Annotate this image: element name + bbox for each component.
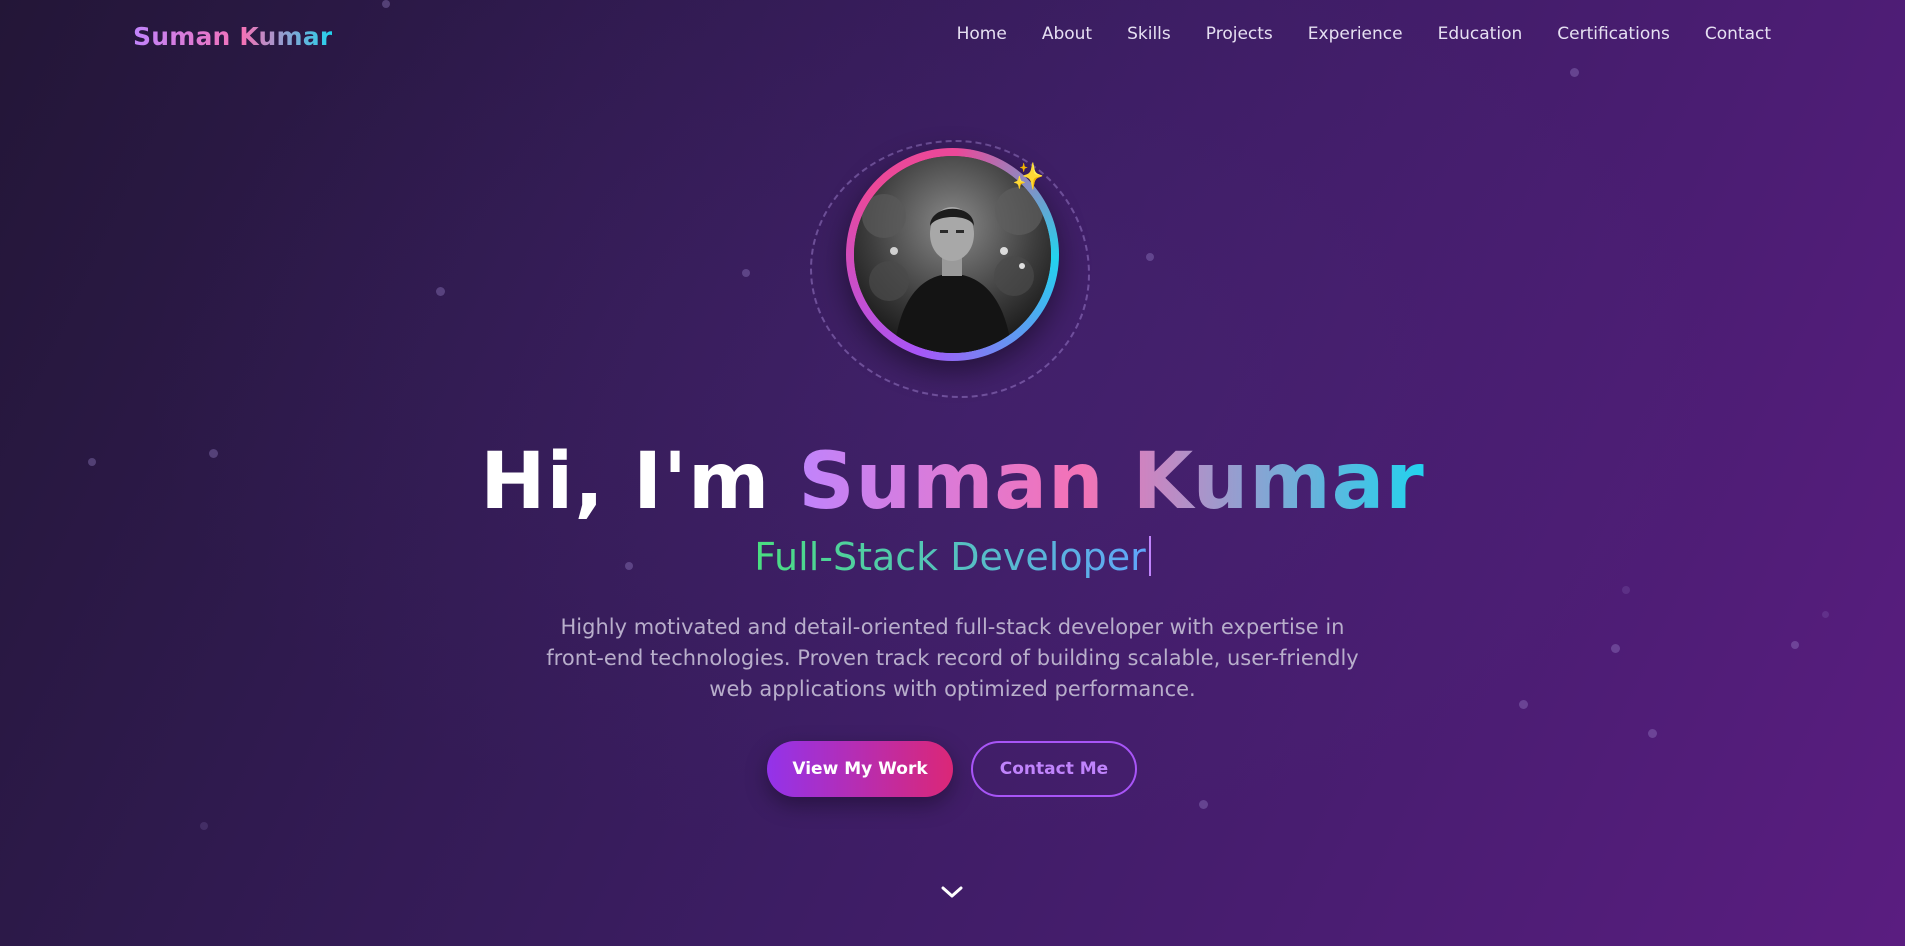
- nav-link-about[interactable]: About: [1042, 24, 1092, 44]
- hero-heading: Hi, I'm Suman Kumar: [0, 436, 1905, 528]
- particle: [1822, 611, 1829, 618]
- nav-link-education[interactable]: Education: [1438, 24, 1523, 44]
- view-my-work-button[interactable]: View My Work: [767, 741, 953, 797]
- particle: [1648, 729, 1657, 738]
- nav-link-certifications[interactable]: Certifications: [1557, 24, 1670, 44]
- particle: [1199, 800, 1208, 809]
- particle: [436, 287, 445, 296]
- nav-link-skills[interactable]: Skills: [1127, 24, 1171, 44]
- hero-name: Suman Kumar: [798, 437, 1425, 527]
- nav-link-contact[interactable]: Contact: [1705, 24, 1771, 44]
- sparkle-icon: ✨: [1012, 162, 1045, 192]
- particle: [1146, 253, 1154, 261]
- hero-role-text: Full-Stack Developer: [754, 535, 1146, 579]
- nav-link-experience[interactable]: Experience: [1308, 24, 1403, 44]
- contact-me-button[interactable]: Contact Me: [971, 741, 1137, 797]
- particle: [1519, 700, 1528, 709]
- top-navbar: Suman Kumar Home About Skills Projects E…: [0, 0, 1905, 72]
- particle: [1611, 644, 1620, 653]
- typing-caret: [1148, 536, 1151, 576]
- brand-logo[interactable]: Suman Kumar: [133, 22, 332, 51]
- particle: [1622, 586, 1630, 594]
- nav-links: Home About Skills Projects Experience Ed…: [922, 24, 1771, 44]
- particle: [200, 822, 208, 830]
- hero-tagline: Highly motivated and detail-oriented ful…: [546, 615, 1359, 701]
- nav-link-home[interactable]: Home: [957, 24, 1007, 44]
- hero-greeting: Hi, I'm: [480, 437, 799, 527]
- particle: [1791, 641, 1799, 649]
- particle: [742, 269, 750, 277]
- profile-avatar-group: ✨: [810, 140, 1095, 402]
- nav-link-projects[interactable]: Projects: [1206, 24, 1273, 44]
- hero-role: Full-Stack Developer: [0, 533, 1905, 581]
- chevron-down-icon[interactable]: [940, 882, 964, 902]
